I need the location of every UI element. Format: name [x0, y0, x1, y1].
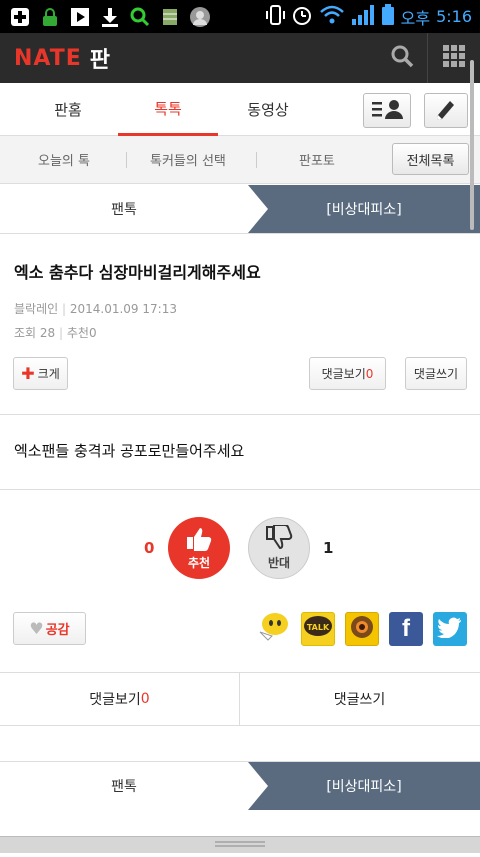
time-prefix: 오후: [400, 8, 431, 28]
main-tabs: 판홈 톡톡 동영상: [0, 83, 480, 136]
pencil-icon: [434, 97, 458, 125]
twitter-icon: [437, 616, 463, 642]
my-profile-button[interactable]: [363, 93, 411, 128]
status-bar: 오후 5:16: [0, 0, 480, 33]
views-count: 28: [39, 326, 56, 340]
divider: [126, 152, 127, 168]
recommend-label: 추천: [66, 326, 89, 340]
subtab-pan-photo[interactable]: 판포토: [299, 136, 335, 182]
lock-icon: [38, 6, 62, 28]
facebook-icon: f: [402, 615, 410, 642]
search-icon: [389, 43, 415, 73]
play-icon: [68, 6, 92, 28]
wifi-icon: [319, 4, 345, 30]
alarm-icon: [291, 4, 313, 30]
avatar-icon: [188, 6, 212, 28]
views-label: 조회: [14, 326, 37, 340]
thumbs-up-icon: [184, 525, 214, 554]
divider: [256, 152, 257, 168]
svg-text:TALK: TALK: [307, 623, 330, 632]
view-comments-bar-count: 0: [140, 691, 150, 707]
comment-share-button[interactable]: [256, 612, 290, 646]
divider: [0, 414, 480, 415]
article-meta-stats: 조회 28 | 추천0: [14, 326, 97, 340]
category-fan-talk[interactable]: 팬톡: [0, 185, 248, 233]
kakaostory-share-button[interactable]: [345, 612, 379, 646]
search-icon: [128, 6, 152, 28]
view-comments-button[interactable]: 댓글보기 0: [309, 357, 386, 390]
article-author[interactable]: 블락레인: [14, 302, 58, 316]
oppose-label: 반대: [267, 556, 291, 570]
search-button[interactable]: [376, 33, 428, 83]
kakaotalk-icon: TALK: [303, 615, 333, 643]
clock: 5:16: [436, 7, 472, 26]
facebook-share-button[interactable]: f: [389, 612, 423, 646]
all-list-button[interactable]: 전체목록: [392, 143, 469, 175]
bottom-category-emergency-shelter[interactable]: [비상대피소]: [248, 762, 480, 810]
enlarge-button[interactable]: ✚ 크게: [13, 357, 68, 390]
thumbs-down-icon: [264, 524, 294, 554]
divider: [0, 233, 480, 234]
recommend-vote-count: 0: [144, 539, 155, 557]
band-arrow: [248, 185, 268, 233]
recommend-count: 0: [88, 326, 97, 340]
tab-toktok[interactable]: 톡톡: [118, 83, 218, 136]
recommend-label: 추천: [187, 556, 211, 570]
phone-vibrate-icon: [265, 4, 285, 30]
battery-icon: [381, 3, 395, 30]
oppose-vote-count: 1: [323, 539, 334, 557]
plus-icon: ✚: [21, 364, 35, 383]
view-comments-label: 댓글보기: [321, 367, 366, 381]
article-body: 엑소팬들 충격과 공포로만들어주세요: [14, 442, 245, 460]
category-band: [비상대피소] 팬톡: [0, 185, 480, 233]
nate-logo[interactable]: NATE: [14, 46, 82, 71]
write-button[interactable]: [424, 93, 468, 128]
band-arrow: [248, 762, 268, 810]
oppose-button[interactable]: 반대: [248, 517, 310, 579]
signal-icon: [351, 4, 375, 30]
comment-bar: 댓글보기 0 댓글쓰기: [0, 672, 480, 726]
bottom-handle-bar[interactable]: [0, 836, 480, 853]
like-button[interactable]: ♥ 공감: [13, 612, 86, 645]
twitter-share-button[interactable]: [433, 612, 467, 646]
kakaostory-icon: [349, 614, 375, 644]
grid-icon: [442, 44, 466, 72]
article-meta-author-date: 블락레인 | 2014.01.09 17:13: [14, 302, 177, 316]
bottom-category-band: [비상대피소] 팬톡: [0, 761, 480, 810]
write-comment-button[interactable]: 댓글쓰기: [405, 357, 467, 390]
kakaotalk-share-button[interactable]: TALK: [301, 612, 335, 646]
enlarge-label: 크게: [37, 367, 60, 381]
subtab-today-talk[interactable]: 오늘의 톡: [38, 136, 90, 182]
bottom-category-fan-talk[interactable]: 팬톡: [0, 762, 248, 810]
write-comment-bar-button[interactable]: 댓글쓰기: [240, 673, 479, 725]
article-date: 2014.01.09 17:13: [69, 302, 177, 316]
heart-icon: ♥: [29, 619, 44, 638]
divider: [0, 489, 480, 490]
tab-pan-home[interactable]: 판홈: [18, 83, 118, 136]
sub-tabs: 오늘의 톡 톡커들의 선택 판포토 전체목록: [0, 136, 480, 184]
comment-icon: [256, 610, 290, 648]
download-icon: [98, 6, 122, 28]
category-emergency-shelter[interactable]: [비상대피소]: [248, 185, 480, 233]
tab-video[interactable]: 동영상: [218, 83, 318, 136]
like-label: 공감: [45, 623, 70, 638]
view-comments-bar-label: 댓글보기: [89, 692, 141, 708]
add-icon: [8, 6, 32, 28]
view-comments-bar-button[interactable]: 댓글보기 0: [0, 673, 239, 725]
next-list-peek: [0, 818, 480, 836]
view-comments-count: 0: [365, 366, 374, 381]
recommend-button[interactable]: 추천: [168, 517, 230, 579]
storage-icon: [158, 6, 182, 28]
app-header: NATE 판: [0, 33, 480, 83]
profile-list-icon: [370, 97, 404, 125]
pan-logo[interactable]: 판: [90, 42, 110, 74]
scrollbar[interactable]: [470, 60, 474, 230]
article-title: 엑소 춤추다 심장마비걸리게해주세요: [14, 263, 261, 282]
subtab-talkers-choice[interactable]: 톡커들의 선택: [150, 136, 226, 182]
